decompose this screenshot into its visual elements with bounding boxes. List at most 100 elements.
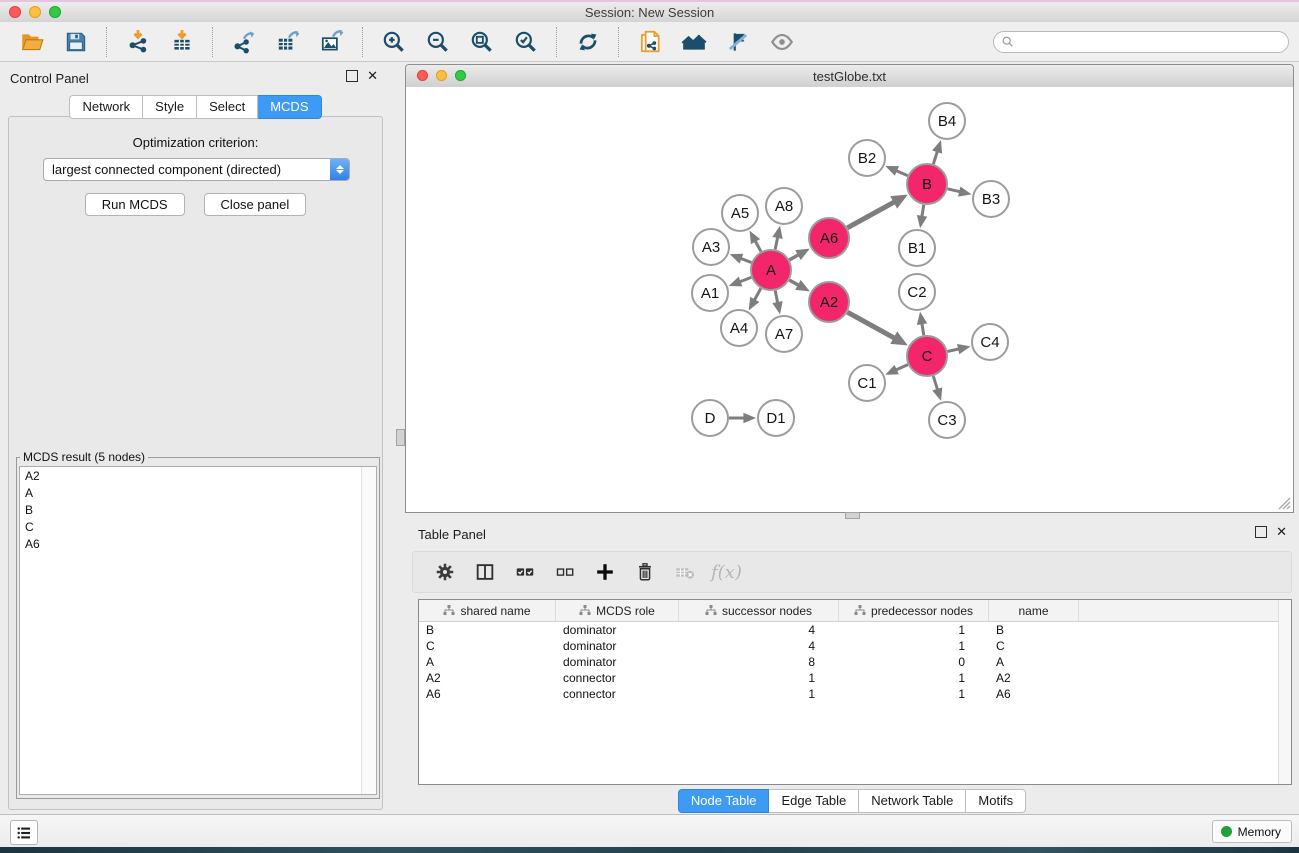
column-header-name[interactable]: name (989, 600, 1079, 621)
edge-A-A6[interactable] (789, 249, 809, 261)
edge-A6-B[interactable] (847, 195, 907, 228)
graph-node-A1[interactable]: A1 (692, 275, 728, 311)
graph-node-A8[interactable]: A8 (766, 188, 802, 224)
mcds-result-list[interactable]: A2ABCA6 (19, 466, 377, 795)
network-graph[interactable]: B4B2BB3A8A5A6A3B1AA1C2A2A4A7C4CC1DD1C3 (406, 87, 1293, 512)
table-row-a[interactable]: Adominator80A (419, 654, 1291, 670)
graph-node-C3[interactable]: C3 (929, 402, 965, 438)
tab-motifs[interactable]: Motifs (966, 789, 1026, 813)
graph-node-A7[interactable]: A7 (766, 316, 802, 352)
column-settings-icon[interactable] (432, 559, 458, 585)
edge-A2-C[interactable] (847, 312, 907, 345)
graph-node-A6[interactable]: A6 (809, 218, 849, 258)
show-panels-button[interactable] (10, 820, 38, 845)
tab-select[interactable]: Select (197, 95, 258, 119)
delete-column-icon[interactable] (632, 559, 658, 585)
graph-node-D1[interactable]: D1 (758, 400, 794, 436)
select-all-icon[interactable] (512, 559, 538, 585)
zoom-selected-icon[interactable] (510, 26, 542, 58)
close-table-panel-icon[interactable]: ✕ (1276, 527, 1287, 537)
result-list-scrollbar[interactable] (361, 467, 376, 794)
search-input[interactable] (1015, 32, 1288, 52)
export-image-icon[interactable] (316, 26, 348, 58)
zoom-out-icon[interactable] (422, 26, 454, 58)
import-table-icon[interactable] (166, 26, 198, 58)
edge-A-A2[interactable] (789, 280, 809, 292)
table-row-c[interactable]: Cdominator41C (419, 638, 1291, 654)
edge-B-B4[interactable] (932, 140, 942, 164)
add-column-icon[interactable] (592, 559, 618, 585)
graph-node-C4[interactable]: C4 (972, 324, 1008, 360)
close-panel-button[interactable]: Close panel (204, 193, 307, 216)
edge-A-A8[interactable] (772, 226, 782, 250)
graph-node-B2[interactable]: B2 (849, 140, 885, 176)
edge-C-C2[interactable] (917, 312, 927, 335)
graph-node-A2[interactable]: A2 (809, 282, 849, 322)
table-scrollbar[interactable] (1278, 600, 1291, 784)
zoom-fit-icon[interactable] (466, 26, 498, 58)
graph-node-C1[interactable]: C1 (849, 365, 885, 401)
tab-style[interactable]: Style (143, 95, 197, 119)
delete-table-icon[interactable] (672, 559, 698, 585)
function-builder-icon[interactable]: f(x) (711, 562, 742, 583)
close-panel-icon[interactable]: ✕ (367, 71, 378, 81)
edge-C-C3[interactable] (932, 376, 942, 401)
result-item-a2[interactable]: A2 (20, 467, 376, 484)
column-header-mcds-role[interactable]: MCDS role (556, 600, 679, 621)
edge-C-C4[interactable] (947, 344, 970, 354)
tab-edge-table[interactable]: Edge Table (769, 789, 859, 813)
graph-node-B4[interactable]: B4 (929, 103, 965, 139)
edge-B-B1[interactable] (917, 205, 927, 228)
edge-A-A1[interactable] (729, 277, 752, 287)
result-item-c[interactable]: C (20, 518, 376, 535)
result-item-a[interactable]: A (20, 484, 376, 501)
refresh-icon[interactable] (572, 26, 604, 58)
result-item-b[interactable]: B (20, 501, 376, 518)
graph-node-A[interactable]: A (751, 250, 791, 290)
open-session-icon[interactable] (16, 26, 48, 58)
column-header-predecessor-nodes[interactable]: predecessor nodes (839, 600, 989, 621)
zoom-in-icon[interactable] (378, 26, 410, 58)
optimization-criterion-select[interactable]: largest connected component (directed) (43, 158, 350, 181)
column-header-successor-nodes[interactable]: successor nodes (679, 600, 839, 621)
export-network-icon[interactable] (228, 26, 260, 58)
export-table-icon[interactable] (272, 26, 304, 58)
edge-A-A7[interactable] (772, 291, 782, 315)
open-session-file-icon[interactable] (634, 26, 666, 58)
edge-A-A5[interactable] (750, 231, 761, 252)
graph-node-C[interactable]: C (907, 336, 947, 376)
edge-A-A4[interactable] (749, 288, 761, 310)
edge-A-A3[interactable] (730, 254, 752, 264)
table-row-b[interactable]: Bdominator41B (419, 622, 1291, 638)
tab-mcds[interactable]: MCDS (258, 95, 321, 119)
table-divider-grip[interactable] (845, 512, 860, 519)
column-header-shared-name[interactable]: shared name (419, 600, 556, 621)
show-hide-graphics-details-icon[interactable] (722, 26, 754, 58)
edge-B-B2[interactable] (885, 166, 907, 176)
network-canvas[interactable]: B4B2BB3A8A5A6A3B1AA1C2A2A4A7C4CC1DD1C3 (406, 87, 1293, 512)
graph-node-B[interactable]: B (907, 164, 947, 204)
graph-node-D[interactable]: D (692, 400, 728, 436)
deselect-all-icon[interactable] (552, 559, 578, 585)
graph-node-A3[interactable]: A3 (693, 229, 729, 265)
save-session-icon[interactable] (60, 26, 92, 58)
tab-node-table[interactable]: Node Table (678, 789, 770, 813)
edge-B-B3[interactable] (947, 186, 971, 196)
graph-node-C2[interactable]: C2 (899, 274, 935, 310)
tab-network-table[interactable]: Network Table (859, 789, 966, 813)
node-table[interactable]: shared nameMCDS rolesuccessor nodesprede… (418, 599, 1292, 785)
result-item-a6[interactable]: A6 (20, 535, 376, 552)
table-row-a6[interactable]: A6connector11A6 (419, 686, 1291, 702)
window-resize-grip[interactable] (1275, 494, 1291, 510)
search-box[interactable] (993, 31, 1289, 53)
graph-node-B1[interactable]: B1 (899, 230, 935, 266)
panel-divider-grip[interactable] (396, 429, 405, 446)
float-table-panel-icon[interactable] (1255, 526, 1267, 538)
edge-C-C1[interactable] (885, 365, 908, 375)
fit-columns-icon[interactable] (472, 559, 498, 585)
import-network-icon[interactable] (122, 26, 154, 58)
tab-network[interactable]: Network (69, 95, 143, 119)
float-panel-icon[interactable] (346, 70, 358, 82)
graph-node-B3[interactable]: B3 (973, 181, 1009, 217)
table-row-a2[interactable]: A2connector11A2 (419, 670, 1291, 686)
